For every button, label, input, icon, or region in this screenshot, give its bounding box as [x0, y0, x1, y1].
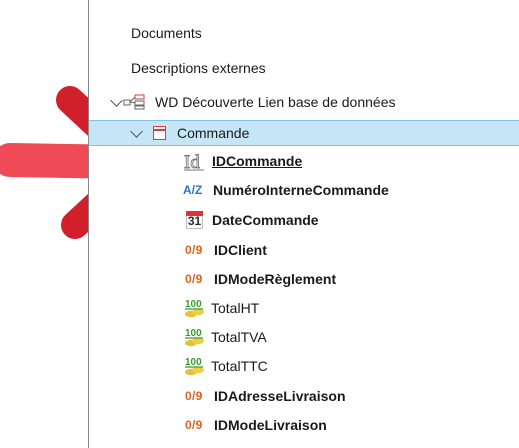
tree-item-analysis[interactable]: WD Découverte Lien base de données [89, 89, 519, 115]
tree-item-label: IDClient [214, 242, 267, 258]
tree-item-label: IDModeLivraison [214, 417, 327, 433]
tree-item-label: Commande [177, 125, 250, 141]
numeric-icon: 0/9 [185, 418, 203, 432]
tree-item-idadresselivraison[interactable]: 0/9 IDAdresseLivraison [89, 383, 519, 409]
currency-icon: 100 [185, 299, 204, 318]
currency-icon: 100 [185, 328, 204, 347]
tree-item-commande-table[interactable]: Commande [89, 120, 519, 146]
tree-item-label: Documents [131, 25, 202, 41]
tree-item-totaltva[interactable]: 100 TotalTVA [89, 324, 519, 350]
tree-item-external-descriptions[interactable]: Descriptions externes [89, 55, 519, 81]
svg-text:Id: Id [184, 152, 200, 171]
tree-item-idmodelivraison[interactable]: 0/9 IDModeLivraison [89, 412, 519, 438]
numeric-icon: 0/9 [185, 243, 203, 257]
svg-text:100: 100 [185, 328, 202, 339]
tree-item-label: TotalHT [211, 300, 260, 316]
svg-text:100: 100 [185, 299, 202, 310]
tree-item-documents[interactable]: Documents [89, 20, 519, 46]
chevron-down-icon[interactable] [109, 93, 123, 107]
text-az-icon: A/Z [183, 183, 203, 197]
tree-item-totalttc[interactable]: 100 TotalTTC [89, 353, 519, 379]
tree-item-label: TotalTTC [211, 358, 268, 374]
analysis-icon [123, 94, 145, 110]
tree-item-datecommande[interactable]: 31 DateCommande [89, 207, 519, 233]
tree-item-label: IDModeRèglement [214, 271, 337, 287]
svg-text:100: 100 [185, 357, 202, 368]
id-key-icon: Id [184, 152, 204, 171]
tree-item-totalht[interactable]: 100 TotalHT [89, 295, 519, 321]
table-icon [153, 126, 166, 140]
tree-item-label: IDCommande [212, 153, 303, 169]
tree-item-label: TotalTVA [211, 329, 267, 345]
tree-item-label: WD Découverte Lien base de données [155, 94, 396, 110]
tree-item-label: DateCommande [212, 212, 319, 228]
tree-item-idcommande[interactable]: Id IDCommande [89, 148, 519, 174]
tree-item-label: IDAdresseLivraison [214, 388, 346, 404]
tree-item-idclient[interactable]: 0/9 IDClient [89, 237, 519, 263]
tree-item-label: NuméroInterneCommande [213, 182, 389, 198]
calendar-icon: 31 [186, 211, 203, 229]
tree-item-label: Descriptions externes [131, 60, 266, 76]
tree-item-numerointernecommande[interactable]: A/Z NuméroInterneCommande [89, 177, 519, 203]
tree-item-idmodereglement[interactable]: 0/9 IDModeRèglement [89, 266, 519, 292]
chevron-down-icon[interactable] [129, 124, 143, 138]
numeric-icon: 0/9 [185, 272, 203, 286]
project-explorer-tree: Documents Descriptions externes WD Décou… [88, 0, 519, 448]
numeric-icon: 0/9 [185, 389, 203, 403]
currency-icon: 100 [185, 357, 204, 376]
